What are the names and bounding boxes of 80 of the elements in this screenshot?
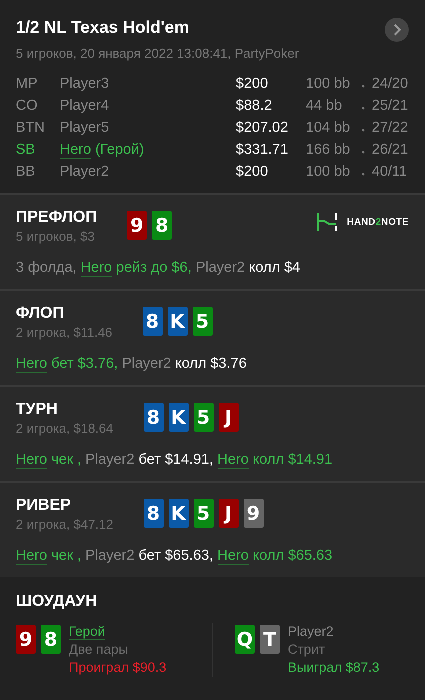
playing-card: 5 — [194, 499, 214, 528]
chevron-right-icon — [393, 24, 401, 36]
hand-combination: Две пары — [69, 641, 130, 659]
player-position: SB — [16, 141, 36, 159]
street-title: ФЛОП — [16, 305, 66, 323]
playing-card: 9 — [16, 625, 36, 654]
playing-card: K — [168, 307, 188, 336]
street-title: ПРЕФЛОП — [16, 209, 98, 227]
street-title: ТУРН — [16, 401, 59, 419]
player-stats: 25/21 — [372, 97, 409, 115]
separator-dot-icon — [362, 173, 365, 176]
playing-card: Q — [235, 625, 255, 654]
hero-link[interactable]: Hero — [80, 260, 112, 277]
logo-text: HAND2NOTE — [347, 216, 409, 228]
playing-card: J — [218, 403, 238, 432]
next-button[interactable] — [385, 18, 409, 42]
separator-dot-icon — [362, 85, 365, 88]
player-name: Player5 — [60, 120, 110, 136]
stack-in-bb: 100 bb — [306, 75, 352, 93]
hero-link[interactable]: Hero — [16, 356, 48, 373]
playing-card: 8 — [142, 307, 163, 336]
playing-card: 8 — [144, 403, 164, 432]
player-name: Player2 — [288, 624, 334, 639]
hero-link[interactable]: Hero — [218, 452, 249, 469]
player-link[interactable]: Герой — [69, 624, 106, 640]
playing-card: 8 — [152, 211, 172, 240]
hero-note: (Герой) — [95, 142, 144, 158]
street-info: 2 игрока, $47.12 — [16, 517, 114, 532]
hero-link[interactable]: Hero — [16, 452, 48, 469]
playing-card: 9 — [127, 211, 148, 240]
player-stack: $200 — [236, 75, 270, 93]
street-info: 5 игроков, $3 — [16, 229, 96, 244]
playing-card: K — [168, 499, 188, 528]
action-line: Hero бет $3.76, Player2 колл $3.76 — [16, 356, 248, 372]
player-stats: 24/20 — [372, 75, 409, 93]
playing-card: T — [260, 625, 280, 654]
player-name: Player2 — [60, 164, 110, 180]
playing-card: 9 — [244, 499, 264, 528]
stack-in-bb: 44 bb — [306, 97, 344, 115]
player-stack: $207.02 — [236, 119, 290, 137]
hand-result: Проиграл $90.3 — [69, 659, 167, 677]
playing-card: 5 — [194, 403, 214, 432]
hero-link[interactable]: Hero — [16, 548, 48, 565]
player-position: BTN — [16, 119, 46, 137]
playing-card: 8 — [41, 625, 61, 654]
player-name: Player3 — [60, 76, 110, 92]
playing-card: 5 — [192, 307, 213, 336]
logo-icon — [317, 212, 338, 232]
hand-info: 5 игроков, 20 января 2022 13:08:41, PartyPoker — [16, 46, 300, 61]
player-stats: 40/11 — [372, 163, 408, 181]
separator-dot-icon — [362, 129, 365, 132]
player-link[interactable]: Hero — [60, 142, 92, 159]
street-title: РИВЕР — [16, 497, 72, 515]
player-position: BB — [16, 163, 36, 181]
street-info: 2 игрока, $11.46 — [16, 325, 113, 340]
stack-in-bb: 166 bb — [306, 141, 352, 159]
player-name: Player4 — [60, 98, 110, 114]
player-stats: 26/21 — [372, 141, 409, 159]
hand-result: Выиграл $87.3 — [288, 659, 380, 677]
stack-in-bb: 104 bb — [306, 119, 352, 137]
action-line: Hero чек , Player2 бет $14.91, Hero колл $14.91 — [16, 452, 334, 468]
player-position: MP — [16, 75, 39, 93]
playing-card: 8 — [144, 499, 164, 528]
hand-title: 1/2 NL Texas Hold'em — [16, 18, 190, 38]
street-info: 2 игрока, $18.64 — [16, 421, 114, 436]
player-position: CO — [16, 97, 39, 115]
section-title: ШОУДАУН — [16, 593, 98, 611]
playing-card: K — [168, 403, 188, 432]
player-stack: $331.71 — [236, 141, 290, 159]
player-stack: $88.2 — [236, 97, 274, 115]
hero-link[interactable]: Hero — [218, 548, 249, 565]
stack-in-bb: 100 bb — [306, 163, 352, 181]
player-stats: 27/22 — [372, 119, 409, 137]
hand-combination: Стрит — [288, 641, 326, 659]
player-stack: $200 — [236, 163, 270, 181]
separator-dot-icon — [362, 151, 365, 154]
action-line: Hero чек , Player2 бет $65.63, Hero колл $65.63 — [16, 548, 334, 564]
separator-dot-icon — [362, 107, 365, 110]
action-line: 3 фолда, Hero рейз до $6, Player2 колл $4 — [16, 260, 302, 276]
playing-card: J — [218, 499, 238, 528]
